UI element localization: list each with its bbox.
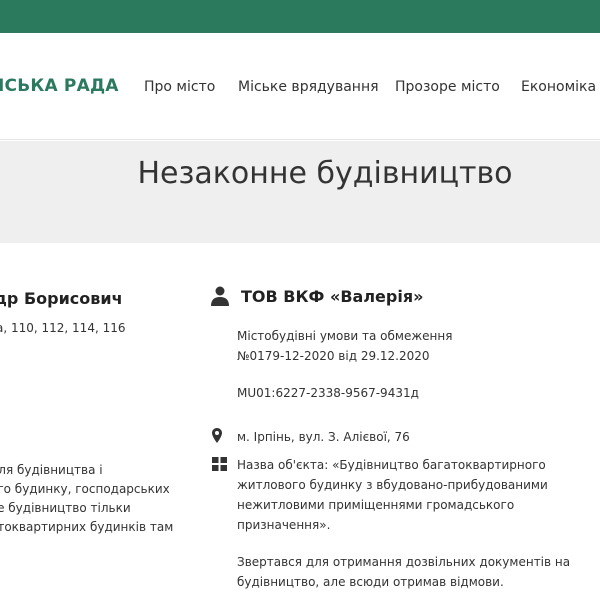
user-icon — [211, 286, 229, 306]
object-name-line: житлового будинку з вбудовано-прибудован… — [237, 478, 548, 492]
company-title: ТОВ ВКФ «Валерія» — [241, 287, 424, 306]
map-pin-icon — [212, 428, 222, 443]
site-logo[interactable]: ІСЬКА РАДА — [0, 76, 119, 96]
object-name-line: Назва об'єкта: «Будівництво багатокварти… — [237, 458, 546, 472]
object-name-line: нежитловими приміщеннями громадського — [237, 498, 515, 512]
conditions-line-2: №0179-12-2020 від 29.12.2020 — [237, 349, 430, 363]
note-line: Звертався для отримання дозвільних докум… — [237, 555, 571, 569]
left-card: др Борисович а, 110, 112, 114, 116 для б… — [0, 243, 200, 600]
left-card-description: для будівництва і ого будинку, господарс… — [0, 461, 173, 537]
page-title: Незаконне будівництво — [137, 156, 513, 191]
nav-about-city[interactable]: Про місто — [144, 79, 215, 95]
left-card-line: атоквартирних будинків там — [0, 520, 174, 534]
object-location: м. Ірпінь, вул. З. Алієвої, 76 — [237, 430, 410, 444]
object-name-line: призначення». — [237, 518, 331, 532]
top-bar — [0, 0, 600, 33]
left-card-line: ого будинку, господарських — [0, 482, 170, 496]
left-card-line: ве будівництво тільки — [0, 501, 131, 515]
left-card-line: для будівництва і — [0, 463, 103, 477]
nav-city-government[interactable]: Міське врядування — [238, 79, 379, 95]
grid-icon — [212, 457, 227, 471]
conditions-line-1: Містобудівні умови та обмеження — [237, 329, 453, 343]
note-line: будівництво, але всюди отримав відмови. — [237, 575, 504, 589]
nav-transparent-city[interactable]: Прозоре місто — [395, 79, 500, 95]
cadastral-code: MU01:6227-2338-9567-9431д — [237, 386, 419, 400]
left-card-name: др Борисович — [0, 289, 123, 308]
nav-economy[interactable]: Економіка — [521, 79, 596, 95]
left-card-address: а, 110, 112, 114, 116 — [0, 321, 126, 335]
